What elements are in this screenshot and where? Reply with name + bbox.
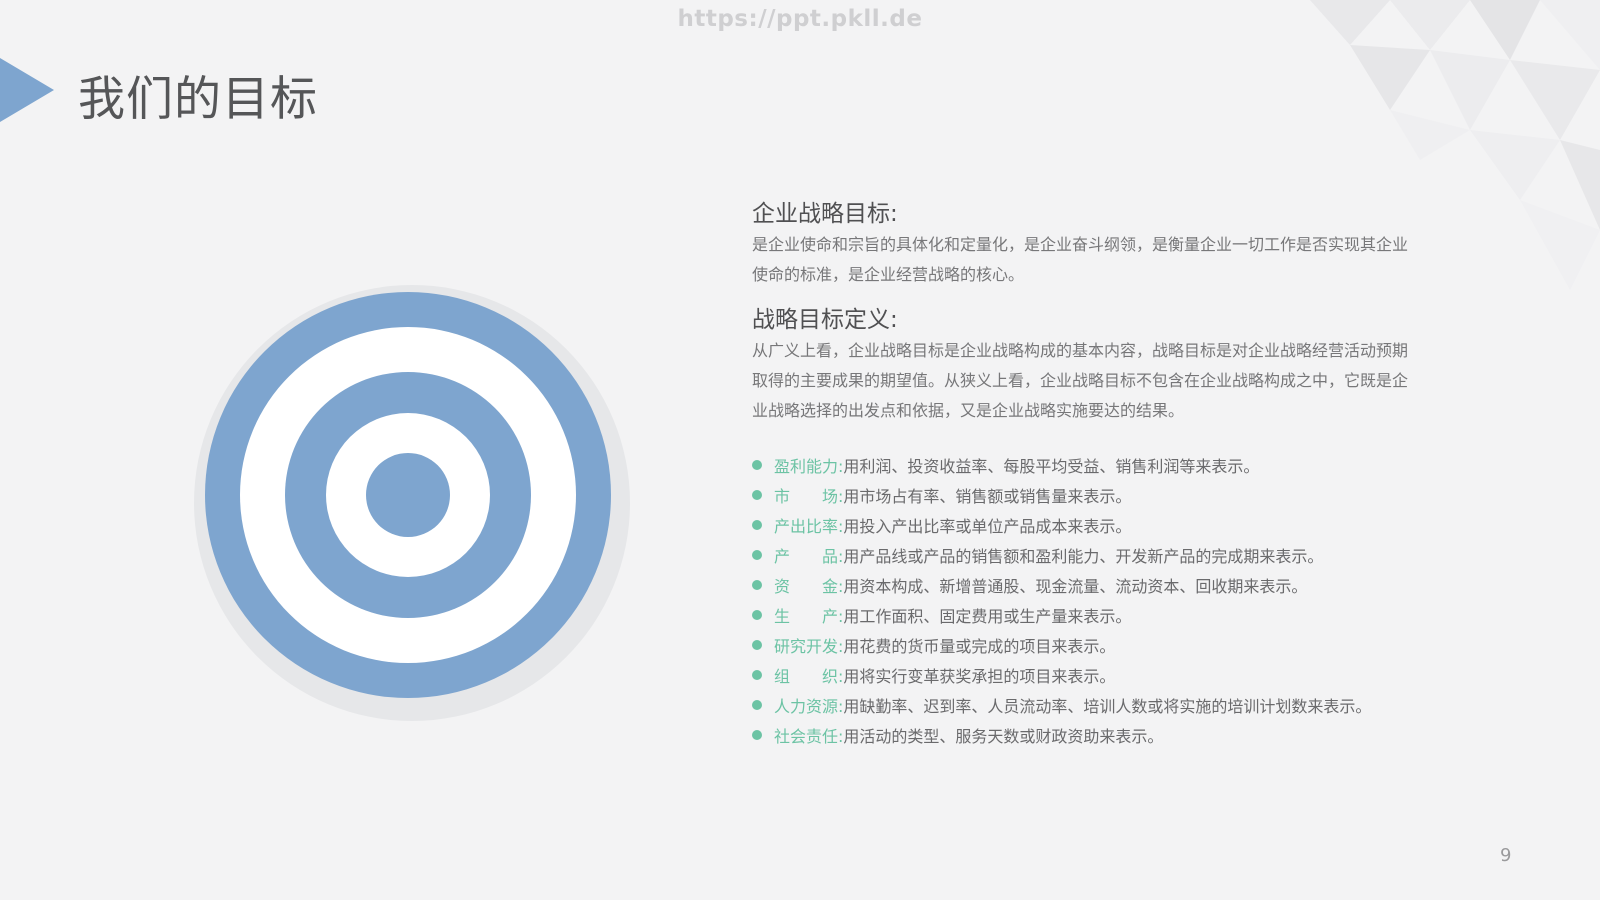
list-item: 资 金: 用资本构成、新增普通股、现金流量、流动资本、回收期来表示。 — [752, 570, 1422, 600]
bullet-dot-icon — [752, 610, 762, 620]
list-item: 产出比率: 用投入产出比率或单位产品成本来表示。 — [752, 510, 1422, 540]
list-item: 组 织: 用将实行变革获奖承担的项目来表示。 — [752, 660, 1422, 690]
bullet-dot-icon — [752, 700, 762, 710]
list-item-term: 产出比率: — [774, 517, 844, 536]
list-item-term: 资 金: — [774, 577, 844, 596]
page-number: 9 — [1500, 845, 1512, 866]
list-item: 市 场: 用市场占有率、销售额或销售量来表示。 — [752, 480, 1422, 510]
bullet-dot-icon — [752, 580, 762, 590]
bullet-dot-icon — [752, 670, 762, 680]
list-item-term: 市 场: — [774, 487, 844, 506]
bullet-dot-icon — [752, 490, 762, 500]
list-item-desc: 用投入产出比率或单位产品成本来表示。 — [843, 517, 1132, 536]
list-item-desc: 用缺勤率、迟到率、人员流动率、培训人数或将实施的培训计划数来表示。 — [843, 697, 1372, 716]
list-item-term: 研究开发: — [774, 637, 844, 656]
list-item-desc: 用资本构成、新增普通股、现金流量、流动资本、回收期来表示。 — [843, 577, 1308, 596]
target-icon — [194, 285, 630, 721]
section-heading-goal-definition: 战略目标定义: — [752, 307, 898, 333]
goal-metrics-list: 盈利能力: 用利润、投资收益率、每股平均受益、销售利润等来表示。 市 场: 用市场占… — [752, 450, 1422, 750]
list-item: 社会责任: 用活动的类型、服务天数或财政资助来表示。 — [752, 720, 1422, 750]
list-item: 盈利能力: 用利润、投资收益率、每股平均受益、销售利润等来表示。 — [752, 450, 1422, 480]
list-item-term: 生 产: — [774, 607, 844, 626]
page-title: 我们的目标 — [78, 72, 318, 127]
list-item: 生 产: 用工作面积、固定费用或生产量来表示。 — [752, 600, 1422, 630]
watermark-url: https://ppt.pkll.de — [677, 6, 923, 32]
section-heading-strategic-goal: 企业战略目标: — [752, 201, 898, 227]
list-item: 产 品: 用产品线或产品的销售额和盈利能力、开发新产品的完成期来表示。 — [752, 540, 1422, 570]
list-item-term: 人力资源: — [774, 697, 844, 716]
list-item-desc: 用将实行变革获奖承担的项目来表示。 — [843, 667, 1116, 686]
list-item-desc: 用利润、投资收益率、每股平均受益、销售利润等来表示。 — [843, 457, 1260, 476]
list-item-desc: 用工作面积、固定费用或生产量来表示。 — [843, 607, 1132, 626]
list-item-desc: 用活动的类型、服务天数或财政资助来表示。 — [843, 727, 1164, 746]
bullet-dot-icon — [752, 730, 762, 740]
content-panel: 企业战略目标: 是企业使命和宗旨的具体化和定量化，是企业奋斗纲领，是衡量企业一切… — [752, 198, 1422, 750]
list-item-term: 产 品: — [774, 547, 844, 566]
list-item-term: 盈利能力: — [774, 457, 844, 476]
list-item: 人力资源: 用缺勤率、迟到率、人员流动率、培训人数或将实施的培训计划数来表示。 — [752, 690, 1422, 720]
list-item-desc: 用市场占有率、销售额或销售量来表示。 — [843, 487, 1132, 506]
bullet-dot-icon — [752, 640, 762, 650]
list-item-term: 组 织: — [774, 667, 844, 686]
bullet-dot-icon — [752, 520, 762, 530]
bullet-dot-icon — [752, 550, 762, 560]
title-arrow-icon — [0, 58, 54, 122]
list-item-desc: 用产品线或产品的销售额和盈利能力、开发新产品的完成期来表示。 — [843, 547, 1324, 566]
list-item-desc: 用花费的货币量或完成的项目来表示。 — [843, 637, 1116, 656]
list-item-term: 社会责任: — [774, 727, 844, 746]
section-body-goal-definition: 从广义上看，企业战略目标是企业战略构成的基本内容，战略目标是对企业战略经营活动预… — [752, 341, 1409, 420]
bullet-dot-icon — [752, 460, 762, 470]
section-body-strategic-goal: 是企业使命和宗旨的具体化和定量化，是企业奋斗纲领，是衡量企业一切工作是否实现其企… — [752, 235, 1409, 284]
list-item: 研究开发: 用花费的货币量或完成的项目来表示。 — [752, 630, 1422, 660]
